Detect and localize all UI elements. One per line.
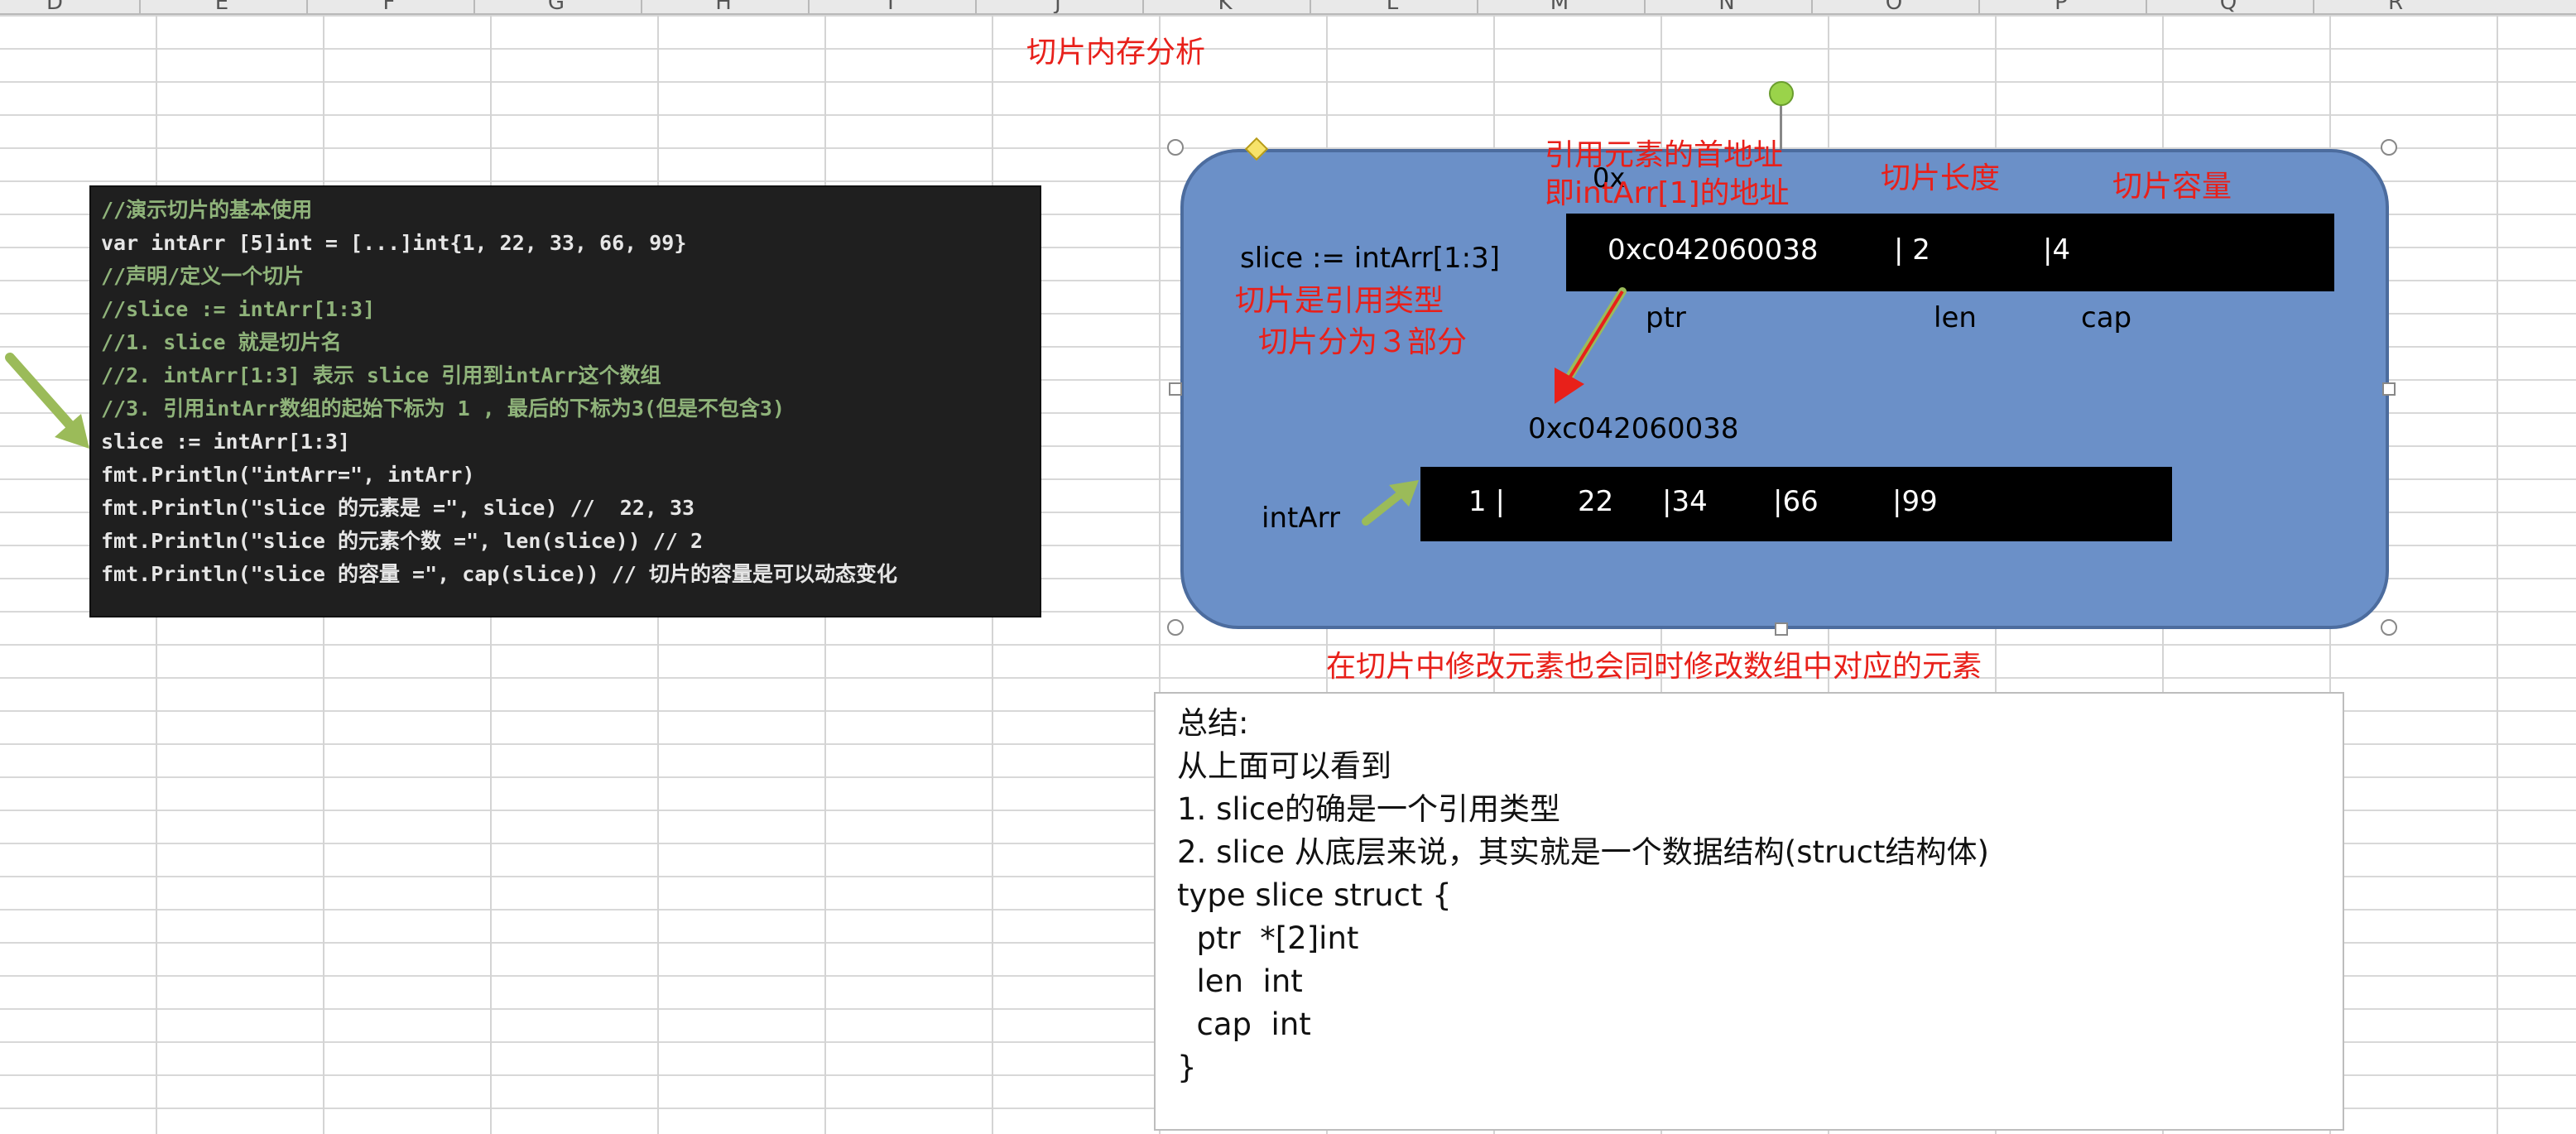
- summary-line: 从上面可以看到: [1177, 748, 1391, 784]
- slice-len-value: | 2: [1894, 233, 1930, 267]
- array-cell: 22: [1578, 485, 1614, 518]
- code-line: //声明/定义一个切片: [101, 264, 305, 288]
- column-letter[interactable]: J: [1041, 0, 1074, 13]
- column-letter[interactable]: H: [707, 0, 740, 13]
- summary-line: 2. slice 从底层来说，其实就是一个数据结构(struct结构体): [1177, 834, 1989, 870]
- resize-handle-bottom-left[interactable]: [1167, 619, 1184, 636]
- resize-handle-bottom-right[interactable]: [2381, 619, 2397, 636]
- array-pointer-arrow-icon: [1362, 480, 1419, 526]
- summary-line: 总结:: [1177, 705, 1249, 741]
- code-line: slice := intArr[1:3]: [101, 430, 351, 454]
- len-field-label: len: [1934, 301, 1977, 334]
- slice-reference-type-note: 切片是引用类型: [1235, 284, 1444, 318]
- column-header-bar: D E F G H I J K L M N O P Q R: [0, 0, 2576, 15]
- ref-address-label-2: 即intArr[1]的地址: [1545, 176, 1790, 210]
- column-letter[interactable]: D: [38, 0, 71, 13]
- code-line: fmt.Println("slice 的元素是 =", slice) // 22…: [101, 496, 695, 520]
- array-address-label: 0xc042060038: [1528, 412, 1739, 445]
- column-separator[interactable]: [2146, 0, 2147, 13]
- column-separator[interactable]: [1644, 0, 1646, 13]
- slice-ptr-value: 0xc042060038: [1608, 233, 1819, 267]
- column-separator[interactable]: [641, 0, 642, 13]
- modify-note: 在切片中修改元素也会同时修改数组中对应的元素: [1326, 650, 1982, 684]
- int-array-block: 1 | 22 |34 |66 |99: [1420, 467, 2172, 541]
- code-line: var intArr [5]int = [...]int{1, 22, 33, …: [101, 231, 687, 255]
- resize-handle-right[interactable]: [2382, 382, 2396, 396]
- array-cell: 1 |: [1468, 485, 1505, 518]
- column-letter[interactable]: F: [372, 0, 406, 13]
- code-block[interactable]: //演示切片的基本使用 var intArr [5]int = [...]int{…: [89, 185, 1041, 617]
- resize-handle-bottom[interactable]: [1775, 622, 1788, 636]
- slice-three-parts-note: 切片分为３部分: [1258, 325, 1468, 359]
- code-line: fmt.Println("slice 的元素个数 =", len(slice))…: [101, 529, 704, 553]
- slice-length-label: 切片长度: [1881, 161, 2001, 195]
- column-separator[interactable]: [306, 0, 308, 13]
- summary-line: 1. slice的确是一个引用类型: [1177, 791, 1561, 827]
- column-letter[interactable]: G: [540, 0, 573, 13]
- column-letter[interactable]: Q: [2212, 0, 2245, 13]
- rotate-handle[interactable]: [1769, 81, 1794, 106]
- summary-line: type slice struct {: [1177, 877, 1452, 913]
- code-line: //1. slice 就是切片名: [101, 330, 342, 354]
- pointer-arrow-icon: [1555, 287, 1627, 404]
- column-separator[interactable]: [1978, 0, 1980, 13]
- code-line: fmt.Println("intArr=", intArr): [101, 463, 475, 487]
- ptr-field-label: ptr: [1646, 301, 1686, 334]
- column-separator[interactable]: [139, 0, 141, 13]
- code-line: //3. 引用intArr数组的起始下标为 1 , 最后的下标为3(但是不包含3…: [101, 396, 786, 420]
- column-separator[interactable]: [1142, 0, 1144, 13]
- column-letter[interactable]: N: [1710, 0, 1743, 13]
- column-letter[interactable]: E: [205, 0, 238, 13]
- code-line: //slice := intArr[1:3]: [101, 297, 376, 321]
- green-arrow-icon: [5, 353, 89, 449]
- code-line: fmt.Println("slice 的容量 =", cap(slice)) /…: [101, 562, 898, 586]
- summary-line: cap int: [1177, 1007, 1311, 1042]
- summary-textbox[interactable]: 总结: 从上面可以看到 1. slice的确是一个引用类型 2. slice 从底层来…: [1154, 692, 2344, 1131]
- cap-field-label: cap: [2081, 301, 2132, 334]
- array-cell: |99: [1892, 485, 1938, 518]
- page-title: 切片内存分析: [1026, 36, 1206, 70]
- summary-line: len int: [1177, 963, 1303, 999]
- resize-handle-top-left[interactable]: [1167, 139, 1184, 156]
- column-letter[interactable]: O: [1877, 0, 1910, 13]
- array-cell: |34: [1662, 485, 1708, 518]
- slice-capacity-label: 切片容量: [2112, 170, 2232, 204]
- column-separator[interactable]: [473, 0, 475, 13]
- column-separator[interactable]: [975, 0, 977, 13]
- column-letter[interactable]: L: [1376, 0, 1409, 13]
- column-letter[interactable]: K: [1209, 0, 1242, 13]
- resize-handle-left[interactable]: [1169, 382, 1182, 396]
- slice-declaration: slice := intArr[1:3]: [1240, 242, 1500, 275]
- slice-cap-value: |4: [2043, 233, 2071, 267]
- code-line: //2. intArr[1:3] 表示 slice 引用到intArr这个数组: [101, 363, 661, 387]
- code-line: //演示切片的基本使用: [101, 198, 313, 222]
- column-separator[interactable]: [808, 0, 810, 13]
- array-cell: |66: [1773, 485, 1819, 518]
- column-letter[interactable]: R: [2379, 0, 2412, 13]
- column-separator[interactable]: [1477, 0, 1478, 13]
- slice-struct-block: 0xc042060038 | 2 |4: [1566, 214, 2334, 291]
- column-separator[interactable]: [1811, 0, 1813, 13]
- summary-line: ptr *[2]int: [1177, 920, 1359, 956]
- column-separator[interactable]: [2313, 0, 2314, 13]
- column-letter[interactable]: I: [874, 0, 907, 13]
- column-letter[interactable]: P: [2045, 0, 2078, 13]
- array-name-label: intArr: [1262, 502, 1340, 535]
- column-letter[interactable]: M: [1543, 0, 1576, 13]
- resize-handle-top-right[interactable]: [2381, 139, 2397, 156]
- summary-line: }: [1177, 1050, 1197, 1085]
- ref-address-label-1: 引用元素的首地址: [1545, 138, 1784, 172]
- column-separator[interactable]: [1310, 0, 1311, 13]
